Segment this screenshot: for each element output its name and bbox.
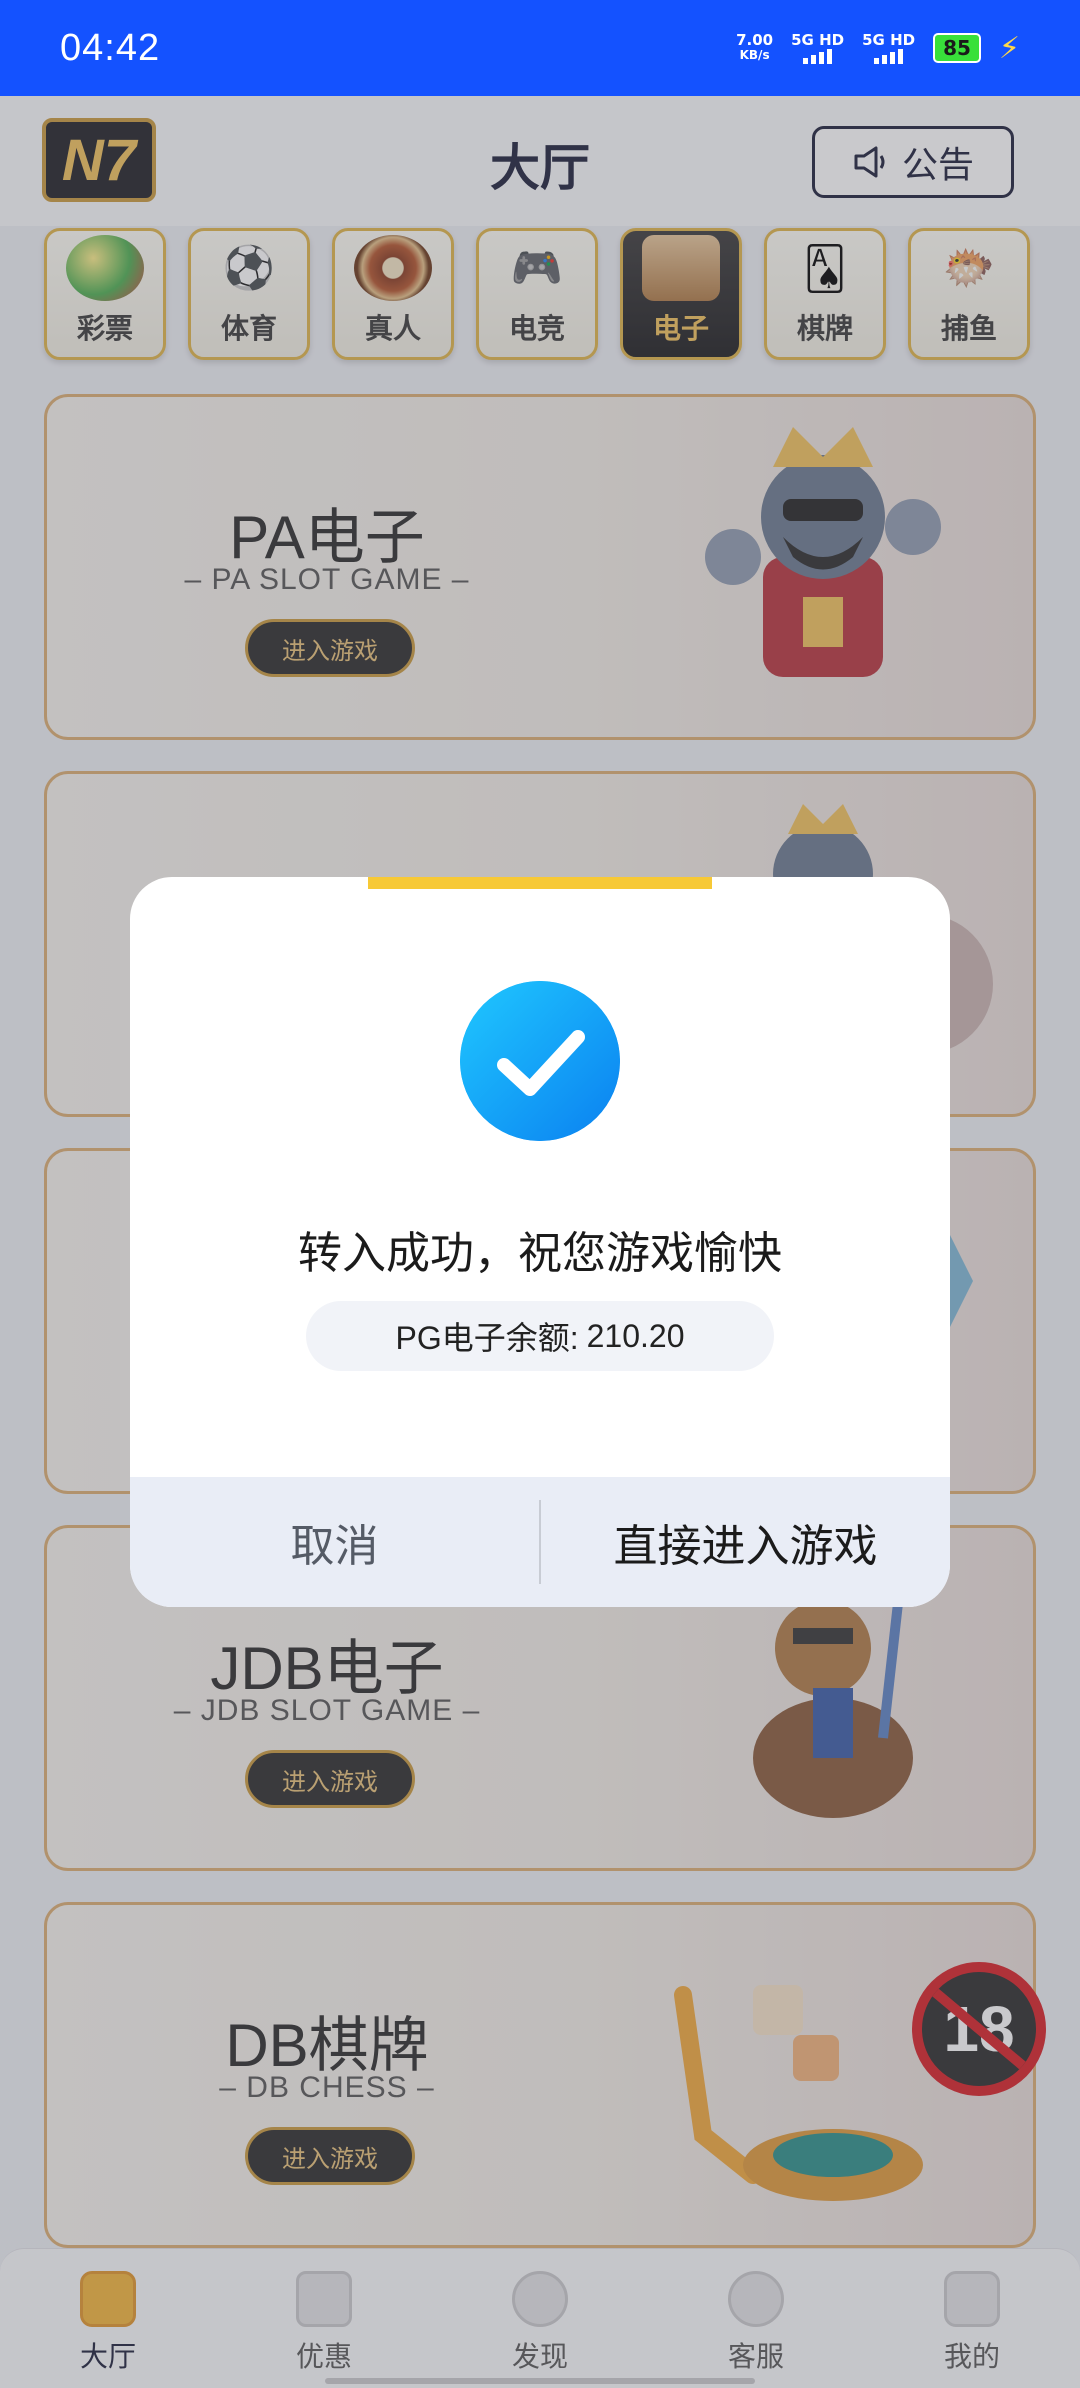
transfer-success-dialog: 转入成功，祝您游戏愉快 PG电子余额: 210.20 取消 直接进入游戏 — [130, 877, 950, 1607]
dialog-message: 转入成功，祝您游戏愉快 — [298, 1228, 782, 1279]
dialog-accent-bar — [368, 877, 712, 889]
net-speed-value: 7.00 — [736, 31, 774, 49]
success-check-icon — [460, 981, 620, 1141]
cancel-button[interactable]: 取消 — [130, 1477, 539, 1607]
status-bar: 04:42 7.00 KB/s 5G HD 5G HD 85 ⚡ — [0, 0, 1080, 96]
status-icons: 7.00 KB/s 5G HD 5G HD 85 ⚡ — [736, 31, 1020, 66]
balance-pill: PG电子余额: 210.20 — [306, 1301, 774, 1371]
enter-game-directly-button[interactable]: 直接进入游戏 — [541, 1477, 950, 1607]
balance-label: PG电子余额: — [395, 1320, 579, 1356]
signal-sim2: 5G HD — [862, 32, 915, 64]
status-time: 04:42 — [60, 26, 161, 69]
balance-value: 210.20 — [586, 1317, 685, 1354]
signal-bars-icon — [874, 48, 904, 64]
charging-bolt-icon: ⚡ — [998, 30, 1020, 66]
sim2-label: 5G HD — [862, 31, 916, 49]
battery-icon: 85 — [933, 33, 981, 63]
signal-bars-icon — [803, 48, 833, 64]
signal-sim1: 5G HD — [791, 32, 844, 64]
dialog-actions: 取消 直接进入游戏 — [130, 1477, 950, 1607]
net-speed: 7.00 KB/s — [736, 33, 773, 63]
net-speed-unit: KB/s — [739, 48, 770, 62]
sim1-label: 5G HD — [791, 31, 845, 49]
